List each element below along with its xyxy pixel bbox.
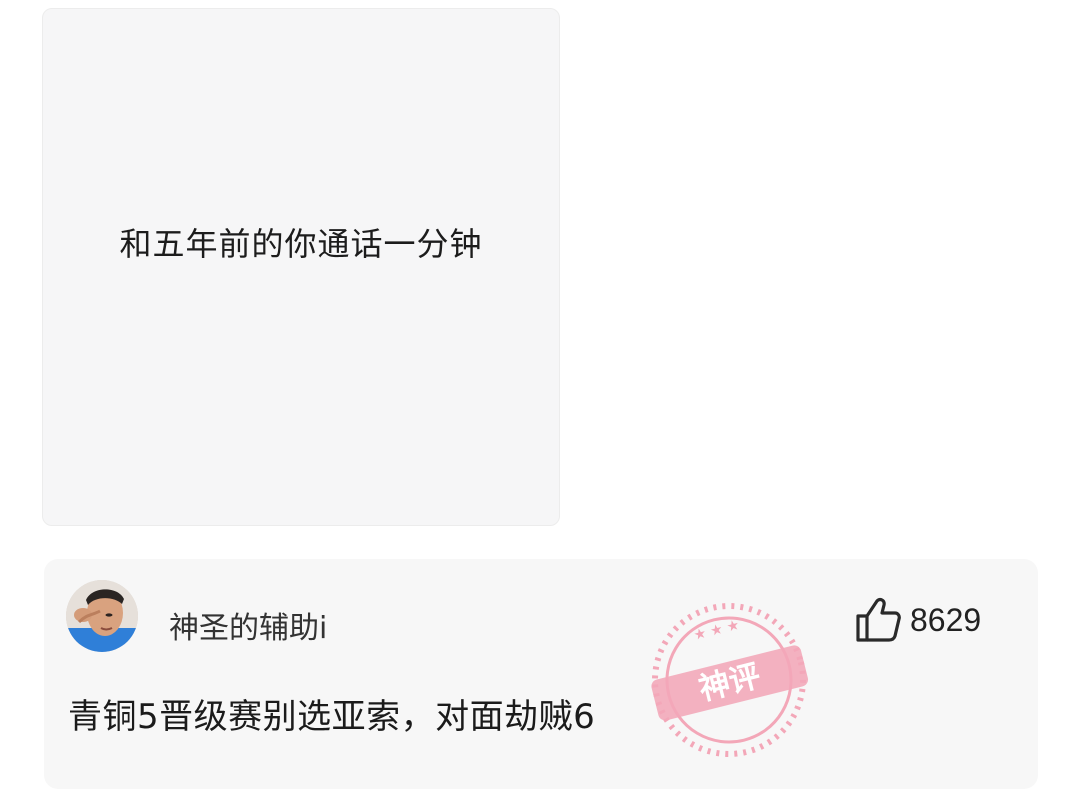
like-count: 8629 bbox=[910, 601, 982, 638]
avatar-image bbox=[66, 580, 138, 652]
comment-card: 神圣的辅助i 神评 ★ ★ ★ 8629 青铜5晋级赛别选亚索，对面劫贼6 bbox=[44, 559, 1038, 789]
user-avatar[interactable] bbox=[66, 580, 138, 652]
svg-text:★ ★ ★: ★ ★ ★ bbox=[692, 617, 741, 644]
stamp-text: 神评 bbox=[695, 658, 764, 708]
username[interactable]: 神圣的辅助i bbox=[169, 603, 327, 647]
post-text: 和五年前的你通话一分钟 bbox=[119, 225, 483, 263]
comment-text: 青铜5晋级赛别选亚索，对面劫贼6 bbox=[68, 697, 596, 737]
thumbs-up-icon bbox=[856, 598, 901, 642]
like-button[interactable]: 8629 bbox=[854, 595, 981, 645]
post-image-card[interactable]: 和五年前的你通话一分钟 bbox=[42, 8, 560, 526]
shenping-stamp-icon: 神评 ★ ★ ★ bbox=[651, 603, 809, 757]
